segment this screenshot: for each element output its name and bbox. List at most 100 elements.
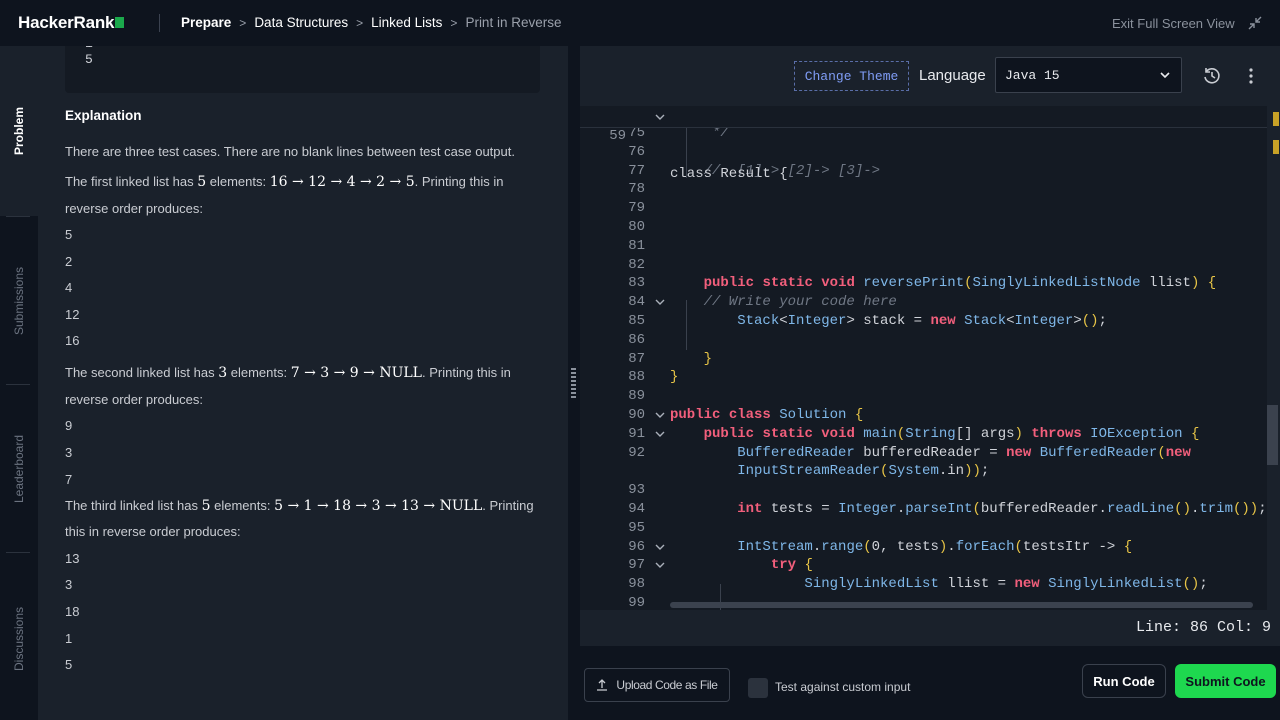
code-line[interactable]: 82 <box>580 256 1267 275</box>
line-number: 96 <box>628 538 645 555</box>
output-value: 4 <box>65 280 73 295</box>
breadcrumb-prepare[interactable]: Prepare <box>181 15 231 30</box>
divider <box>6 552 30 553</box>
line-number: 89 <box>628 388 645 405</box>
case1-description-cont: reverse order produces: <box>65 201 204 216</box>
horizontal-scrollbar[interactable] <box>670 602 1253 608</box>
code-text: public static void main(String[] args) t… <box>703 425 1200 442</box>
tab-discussions[interactable]: Discussions <box>0 594 38 684</box>
output-value: 18 <box>65 604 80 619</box>
code-text: class Result { <box>670 166 788 182</box>
code-line[interactable]: InputStreamReader(System.in)); <box>580 462 1267 481</box>
code-text: // Write your code here <box>670 294 897 311</box>
change-theme-button[interactable]: Change Theme <box>794 61 909 91</box>
line-number: 59 <box>609 128 626 144</box>
output-value: 1 <box>65 631 73 646</box>
output-value: 7 <box>65 472 73 487</box>
explanation-heading: Explanation <box>65 108 142 123</box>
code-line[interactable]: 88} <box>580 368 1267 387</box>
code-line[interactable]: 81 <box>580 237 1267 256</box>
code-line[interactable]: 86 <box>580 331 1267 350</box>
output-value: 13 <box>65 551 80 566</box>
fold-chevron-icon[interactable] <box>654 406 666 425</box>
code-editor[interactable]: 59 class Result { 75 */76 77 // [1]-> [2]… <box>580 106 1267 610</box>
output-value: 3 <box>65 445 73 460</box>
exit-fullscreen-link[interactable]: Exit Full Screen View <box>1112 16 1235 31</box>
submit-code-button[interactable]: Submit Code <box>1175 664 1276 698</box>
code-line[interactable]: 93 <box>580 481 1267 500</box>
chevron-down-icon <box>1160 72 1170 79</box>
code-text: BufferedReader bufferedReader = new Buff… <box>737 444 1191 461</box>
code-line[interactable]: 95 <box>580 519 1267 538</box>
fold-chevron-icon[interactable] <box>654 538 666 557</box>
line-number: 85 <box>628 313 645 329</box>
chevron-right-icon: > <box>356 15 364 30</box>
code-text: int tests = Integer.parseInt(bufferedRea… <box>737 501 1267 517</box>
line-number: 82 <box>628 256 645 273</box>
code-line[interactable]: 87 } <box>580 350 1267 369</box>
output-value: 16 <box>65 333 80 348</box>
scrollbar-thumb[interactable] <box>1267 405 1278 465</box>
run-code-button[interactable]: Run Code <box>1082 664 1166 698</box>
language-label: Language <box>919 67 986 84</box>
sticky-scroll-header: 59 class Result { <box>580 106 1267 182</box>
top-bar: HackerRank Prepare > Data Structures > L… <box>0 0 1280 46</box>
case2-description: The second linked list has 3 elements: 7… <box>65 365 511 381</box>
code-line[interactable]: 94 int tests = Integer.parseInt(buffered… <box>580 500 1267 519</box>
problem-panel: 1 5 Explanation There are three test cas… <box>38 46 568 720</box>
vertical-scrollbar[interactable] <box>1267 106 1280 610</box>
line-number: 86 <box>628 331 645 348</box>
cursor-position-status: Line: 86 Col: 9 <box>1136 619 1272 636</box>
case3-description: The third linked list has 5 elements: 5 … <box>65 498 534 514</box>
upload-code-button[interactable]: Upload Code as File <box>584 668 730 702</box>
sample-output-box: 1 5 <box>65 46 540 93</box>
fold-chevron-icon[interactable] <box>654 108 666 127</box>
divider <box>6 384 30 385</box>
language-select[interactable]: Java 15 <box>995 57 1182 93</box>
fold-chevron-icon[interactable] <box>654 293 666 312</box>
custom-input-checkbox[interactable] <box>748 678 768 698</box>
custom-input-label[interactable]: Test against custom input <box>775 680 910 694</box>
code-line[interactable]: 91 public static void main(String[] args… <box>580 425 1267 444</box>
explanation-intro: There are three test cases. There are no… <box>65 144 515 159</box>
code-line[interactable]: 92 BufferedReader bufferedReader = new B… <box>580 444 1267 463</box>
breadcrumb-current: Print in Reverse <box>465 15 562 30</box>
overview-ruler-mark <box>1273 112 1279 126</box>
code-line[interactable]: 79 <box>580 199 1267 218</box>
reset-code-icon[interactable] <box>1202 66 1222 86</box>
code-line[interactable]: 80 <box>580 218 1267 237</box>
breadcrumb: Prepare > Data Structures > Linked Lists… <box>181 15 561 30</box>
code-line[interactable]: 98 SinglyLinkedList llist = new SinglyLi… <box>580 575 1267 594</box>
hackerrank-logo[interactable]: HackerRank <box>18 13 125 33</box>
breadcrumb-data-structures[interactable]: Data Structures <box>254 15 348 30</box>
code-line[interactable]: 85 Stack<Integer> stack = new Stack<Inte… <box>580 312 1267 331</box>
tab-problem[interactable]: Problem <box>0 86 38 176</box>
output-value: 12 <box>65 307 80 322</box>
indent-guide <box>686 300 687 350</box>
chevron-right-icon: > <box>450 15 458 30</box>
code-line[interactable]: 97 try { <box>580 556 1267 575</box>
code-line[interactable]: 84 // Write your code here <box>580 293 1267 312</box>
code-line[interactable]: 89 <box>580 387 1267 406</box>
side-tabs: Problem Submissions Leaderboard Discussi… <box>0 46 38 720</box>
collapse-icon[interactable] <box>1248 16 1262 30</box>
drag-handle-icon[interactable] <box>571 368 576 398</box>
line-number: 99 <box>628 595 645 610</box>
breadcrumb-linked-lists[interactable]: Linked Lists <box>371 15 442 30</box>
upload-icon <box>597 679 608 691</box>
divider <box>159 14 160 32</box>
tab-leaderboard[interactable]: Leaderboard <box>0 424 38 514</box>
code-line[interactable]: 90 public class Solution { <box>580 406 1267 425</box>
line-number: 83 <box>628 275 645 292</box>
sample-line: 1 <box>85 46 93 51</box>
code-line[interactable]: 83 public static void reversePrint(Singl… <box>580 274 1267 293</box>
fold-chevron-icon[interactable] <box>654 556 666 575</box>
code-line[interactable]: 76 <box>580 143 1267 162</box>
fold-chevron-icon[interactable] <box>654 425 666 444</box>
more-options-icon[interactable] <box>1245 66 1257 86</box>
line-number: 95 <box>628 519 645 536</box>
line-number: 97 <box>628 557 645 574</box>
code-line[interactable]: 96 IntStream.range(0, tests).forEach(tes… <box>580 538 1267 557</box>
output-value: 9 <box>65 418 73 433</box>
tab-submissions[interactable]: Submissions <box>0 256 38 346</box>
